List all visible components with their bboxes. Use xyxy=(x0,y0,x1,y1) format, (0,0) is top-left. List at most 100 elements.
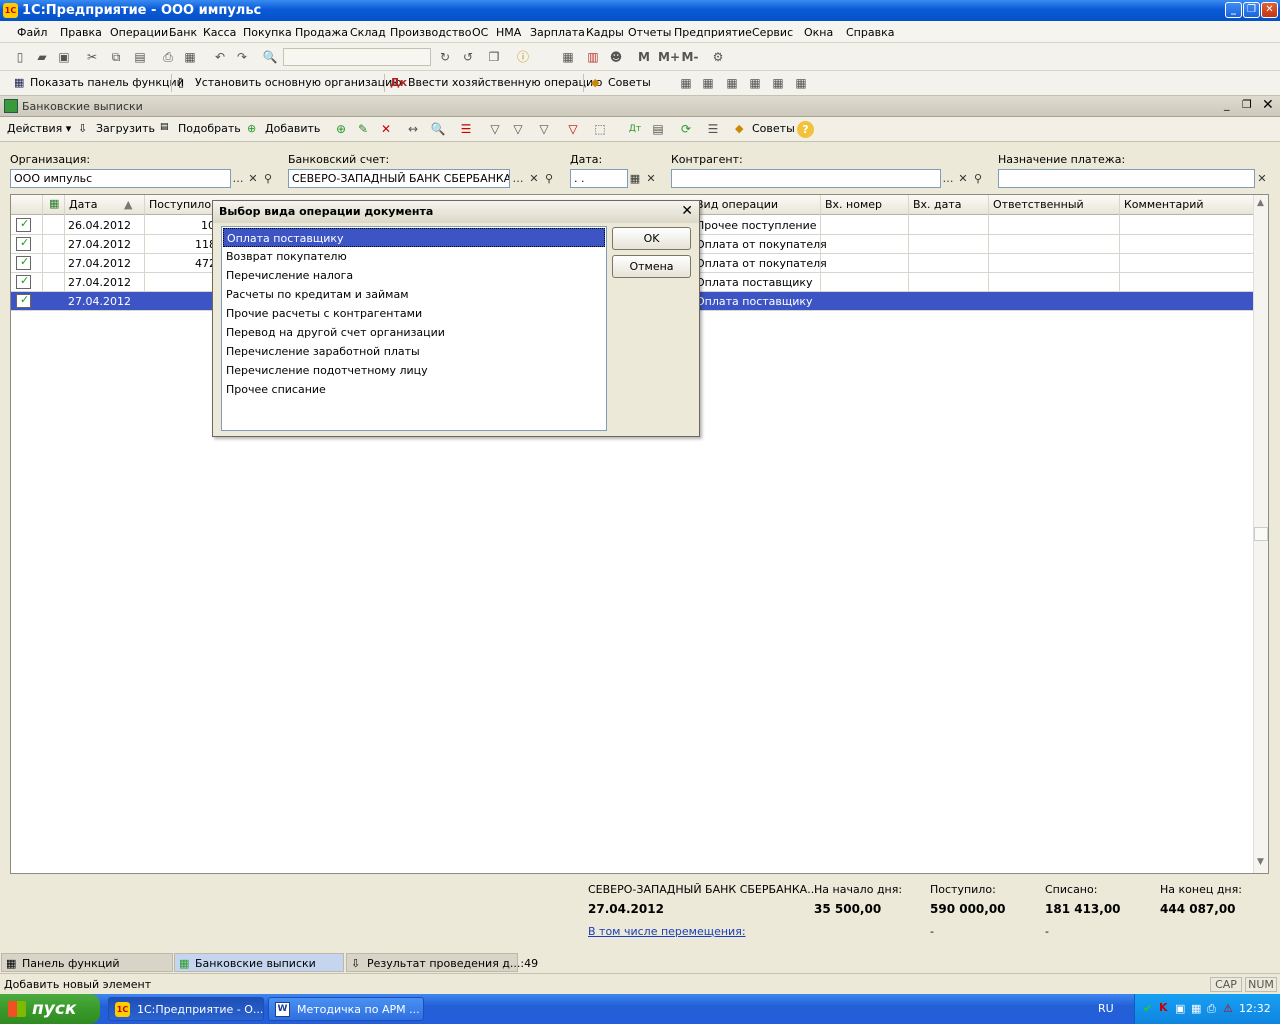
menu-help[interactable]: Справка xyxy=(846,26,894,39)
operation-item[interactable]: Оплата поставщику xyxy=(223,228,605,247)
search-combo[interactable] xyxy=(283,48,431,66)
save-icon[interactable]: ▣ xyxy=(56,49,72,65)
refresh-icon[interactable]: ⟳ xyxy=(678,121,694,137)
copy-icon[interactable]: ⧉ xyxy=(108,49,124,65)
info-icon[interactable]: ⓘ xyxy=(515,49,531,65)
menu-operations[interactable]: Операции xyxy=(110,26,168,39)
menu-intangibles[interactable]: НМА xyxy=(496,26,521,39)
operation-item[interactable]: Перечисление подотчетному лицу xyxy=(223,361,605,380)
date-clear-icon[interactable]: ✕ xyxy=(644,170,658,187)
column-responsible[interactable]: Ответственный xyxy=(993,198,1084,211)
doc-tips-button[interactable]: Советы xyxy=(752,122,795,135)
tray-device-icon[interactable]: ▦ xyxy=(1191,1002,1201,1015)
org-select-icon[interactable]: … xyxy=(231,170,245,187)
menu-edit[interactable]: Правка xyxy=(60,26,102,39)
cancel-button[interactable]: Отмена xyxy=(612,255,691,278)
report-icon-4[interactable]: ▦ xyxy=(747,75,763,91)
contractor-clear-icon[interactable]: ✕ xyxy=(956,170,970,187)
filter-history-icon[interactable]: ▽ xyxy=(536,121,552,137)
org-search-icon[interactable]: ⚲ xyxy=(261,170,275,187)
operation-item[interactable]: Прочее списание xyxy=(223,380,605,399)
column-in-number[interactable]: Вх. номер xyxy=(825,198,882,211)
tray-network-icon[interactable]: ✔ xyxy=(1143,1002,1152,1015)
clock[interactable]: 12:32 xyxy=(1239,1002,1271,1015)
tab-function-panel[interactable]: ▦ Панель функций xyxy=(1,953,173,972)
account-select-icon[interactable]: … xyxy=(511,170,525,187)
menu-windows[interactable]: Окна xyxy=(804,26,833,39)
column-date[interactable]: Дата xyxy=(69,198,97,211)
edit-icon[interactable]: ✎ xyxy=(355,121,371,137)
menu-service[interactable]: Сервис xyxy=(752,26,793,39)
paste-icon[interactable]: ▤ xyxy=(132,49,148,65)
menu-bank[interactable]: Банк xyxy=(169,26,197,39)
tray-monitor-icon[interactable]: ▣ xyxy=(1175,1002,1185,1015)
close-button[interactable]: ✕ xyxy=(1261,2,1278,18)
report-icon-2[interactable]: ▦ xyxy=(700,75,716,91)
scroll-down-icon[interactable]: ▼ xyxy=(1257,857,1264,867)
menu-reports[interactable]: Отчеты xyxy=(628,26,671,39)
menu-warehouse[interactable]: Склад xyxy=(350,26,386,39)
dt-kt-report-icon[interactable]: Дт xyxy=(627,121,643,137)
report-icon-3[interactable]: ▦ xyxy=(724,75,740,91)
operation-item[interactable]: Перевод на другой счет организации xyxy=(223,323,605,342)
purpose-field[interactable] xyxy=(998,169,1255,188)
operation-item[interactable]: Прочие расчеты с контрагентами xyxy=(223,304,605,323)
windows-icon[interactable]: ❐ xyxy=(486,49,502,65)
find-next-icon[interactable]: ↻ xyxy=(437,49,453,65)
print-preview-icon[interactable]: ▦ xyxy=(182,49,198,65)
memory-plus-icon[interactable]: M+ xyxy=(658,49,680,65)
operation-list[interactable]: Оплата поставщику Возврат покупателю Пер… xyxy=(221,226,607,431)
doc-close-icon[interactable]: ✕ xyxy=(1262,97,1274,113)
redo-icon[interactable]: ↷ xyxy=(234,49,250,65)
operation-item[interactable]: Перечисление налога xyxy=(223,266,605,285)
calculator-icon[interactable]: ▦ xyxy=(560,49,576,65)
open-folder-icon[interactable]: ▰ xyxy=(34,49,50,65)
new-document-icon[interactable]: ▯ xyxy=(12,49,28,65)
tray-alert-icon[interactable]: ⚠ xyxy=(1223,1002,1233,1015)
menu-production[interactable]: Производство xyxy=(390,26,471,39)
tools-icon[interactable]: ⚙ xyxy=(710,49,726,65)
contractor-field[interactable] xyxy=(671,169,941,188)
column-in-date[interactable]: Вх. дата xyxy=(913,198,962,211)
menu-enterprise[interactable]: Предприятие xyxy=(674,26,752,39)
filter-icon[interactable]: ▽ xyxy=(487,121,503,137)
structure-icon[interactable]: ⬚ xyxy=(592,121,608,137)
set-org-button[interactable]: Установить основную организацию xyxy=(195,76,402,89)
calendar-icon[interactable]: ▥ xyxy=(585,49,601,65)
account-field[interactable]: СЕВЕРО-ЗАПАДНЫЙ БАНК СБЕРБАНКА Р xyxy=(288,169,510,188)
scroll-up-icon[interactable]: ▲ xyxy=(1257,198,1264,208)
taskbar-item-1c[interactable]: 1С 1С:Предприятие - О... xyxy=(108,997,264,1021)
add-button[interactable]: Добавить xyxy=(265,122,320,135)
taskbar-item-word[interactable]: W Методичка по АРМ ... xyxy=(268,997,424,1021)
tab-posting-result[interactable]: ⇩ Результат проведения д...:49 xyxy=(346,953,538,972)
menu-fixed-assets[interactable]: ОС xyxy=(472,26,488,39)
org-field[interactable]: ООО импульс xyxy=(10,169,231,188)
print-icon[interactable]: ⎙ xyxy=(160,49,176,65)
minimize-button[interactable]: _ xyxy=(1225,2,1242,18)
memory-m-icon[interactable]: M xyxy=(636,49,652,65)
delete-icon[interactable]: ✕ xyxy=(378,121,394,137)
account-search-icon[interactable]: ⚲ xyxy=(542,170,556,187)
undo-icon[interactable]: ↶ xyxy=(212,49,228,65)
calendar-picker-icon[interactable]: ▦ xyxy=(628,170,642,187)
column-income[interactable]: Поступило xyxy=(149,198,211,211)
load-button[interactable]: Загрузить xyxy=(96,122,155,135)
show-panel-button[interactable]: Показать панель функций xyxy=(30,76,184,89)
tab-bank-statements[interactable]: ▦ Банковские выписки xyxy=(174,953,344,972)
restore-button[interactable]: ❐ xyxy=(1243,2,1260,18)
filter-off-icon[interactable]: ▽ xyxy=(565,121,581,137)
language-indicator[interactable]: RU xyxy=(1098,1002,1114,1015)
copy-item-icon[interactable]: ⊕ xyxy=(333,121,349,137)
report-icon[interactable]: ▤ xyxy=(650,121,666,137)
column-operation[interactable]: Вид операции xyxy=(696,198,778,211)
hierarchy-icon[interactable]: ☰ xyxy=(458,121,474,137)
tips-button[interactable]: Советы xyxy=(608,76,651,89)
purpose-clear-icon[interactable]: ✕ xyxy=(1255,170,1269,187)
org-clear-icon[interactable]: ✕ xyxy=(246,170,260,187)
filter-value-icon[interactable]: ▽ xyxy=(510,121,526,137)
menu-salary[interactable]: Зарплата xyxy=(530,26,585,39)
report-icon-6[interactable]: ▦ xyxy=(793,75,809,91)
dialog-close-icon[interactable]: ✕ xyxy=(681,203,693,219)
list-settings-icon[interactable]: ☰ xyxy=(705,121,721,137)
table-scrollbar[interactable]: ▲ ▼ xyxy=(1253,195,1268,873)
